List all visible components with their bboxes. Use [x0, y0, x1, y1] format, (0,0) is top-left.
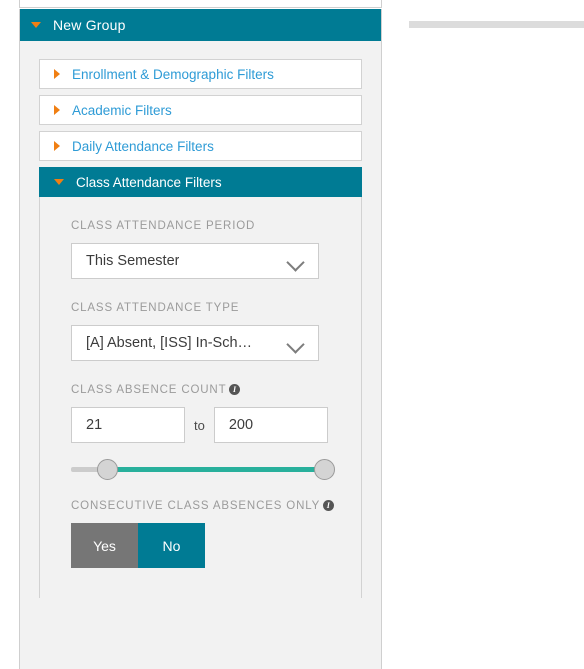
consecutive-class-absences-toggle: Yes No	[71, 523, 361, 568]
field-consecutive-class-absences: CONSECUTIVE CLASS ABSENCES ONLY i Yes No	[40, 499, 361, 568]
class-absence-count-label-text: CLASS ABSENCE COUNT	[71, 384, 227, 396]
filter-row-label: Class Attendance Filters	[76, 174, 222, 190]
class-attendance-period-value: This Semester	[86, 253, 180, 269]
range-separator: to	[194, 417, 205, 433]
chevron-down-icon	[286, 335, 305, 354]
class-attendance-type-label: CLASS ATTENDANCE TYPE	[71, 302, 240, 314]
slider-handle-min[interactable]	[97, 459, 118, 480]
slider-fill	[106, 467, 325, 472]
class-absence-count-min-input[interactable]	[71, 407, 185, 443]
previous-card-edge	[19, 0, 382, 8]
filter-row-class-attendance[interactable]: Class Attendance Filters	[39, 167, 362, 197]
panel-body: Enrollment & Demographic Filters Academi…	[20, 41, 381, 598]
class-absence-count-slider[interactable]	[71, 459, 335, 481]
caret-right-icon	[54, 141, 60, 151]
class-attendance-filters-content: CLASS ATTENDANCE PERIOD This Semester CL…	[39, 197, 362, 598]
filter-row-academic[interactable]: Academic Filters	[39, 95, 362, 125]
slider-handle-max[interactable]	[314, 459, 335, 480]
filter-row-label: Enrollment & Demographic Filters	[72, 66, 274, 82]
toggle-option-no[interactable]: No	[138, 523, 205, 568]
class-attendance-period-select[interactable]: This Semester	[71, 243, 319, 279]
filter-row-enrollment-demographic[interactable]: Enrollment & Demographic Filters	[39, 59, 362, 89]
class-absence-count-label: CLASS ABSENCE COUNT i	[71, 383, 361, 398]
caret-down-icon	[54, 179, 64, 185]
filter-row-daily-attendance[interactable]: Daily Attendance Filters	[39, 131, 362, 161]
caret-right-icon	[54, 105, 60, 115]
field-class-attendance-period: CLASS ATTENDANCE PERIOD This Semester	[40, 219, 361, 279]
field-class-absence-count: CLASS ABSENCE COUNTi to	[40, 383, 361, 481]
info-icon[interactable]: i	[229, 384, 241, 395]
class-absence-count-max-input[interactable]	[213, 407, 328, 443]
field-class-attendance-type: CLASS ATTENDANCE TYPE [A] Absent, [ISS] …	[40, 301, 361, 361]
toggle-option-yes-label: Yes	[93, 537, 116, 554]
class-attendance-period-label: CLASS ATTENDANCE PERIOD	[71, 220, 256, 232]
chevron-down-icon	[286, 253, 305, 272]
filter-row-label: Daily Attendance Filters	[72, 138, 214, 154]
toggle-option-yes[interactable]: Yes	[71, 523, 138, 568]
filter-group-panel: New Group Enrollment & Demographic Filte…	[19, 9, 382, 669]
filter-row-label: Academic Filters	[72, 102, 172, 118]
consecutive-class-absences-label-text: CONSECUTIVE CLASS ABSENCES ONLY	[71, 500, 321, 512]
class-attendance-type-value: [A] Absent, [ISS] In-Sch…	[86, 335, 253, 351]
consecutive-class-absences-label: CONSECUTIVE CLASS ABSENCES ONLY i	[71, 499, 361, 514]
group-title: New Group	[53, 17, 126, 33]
class-absence-count-range: to	[71, 407, 361, 443]
caret-right-icon	[54, 69, 60, 79]
caret-down-icon	[31, 22, 41, 28]
info-icon[interactable]: i	[323, 500, 335, 511]
class-attendance-type-select[interactable]: [A] Absent, [ISS] In-Sch…	[71, 325, 319, 361]
toggle-option-no-label: No	[162, 537, 181, 554]
page-content-placeholder-bar	[409, 21, 584, 28]
group-header[interactable]: New Group	[20, 9, 381, 41]
